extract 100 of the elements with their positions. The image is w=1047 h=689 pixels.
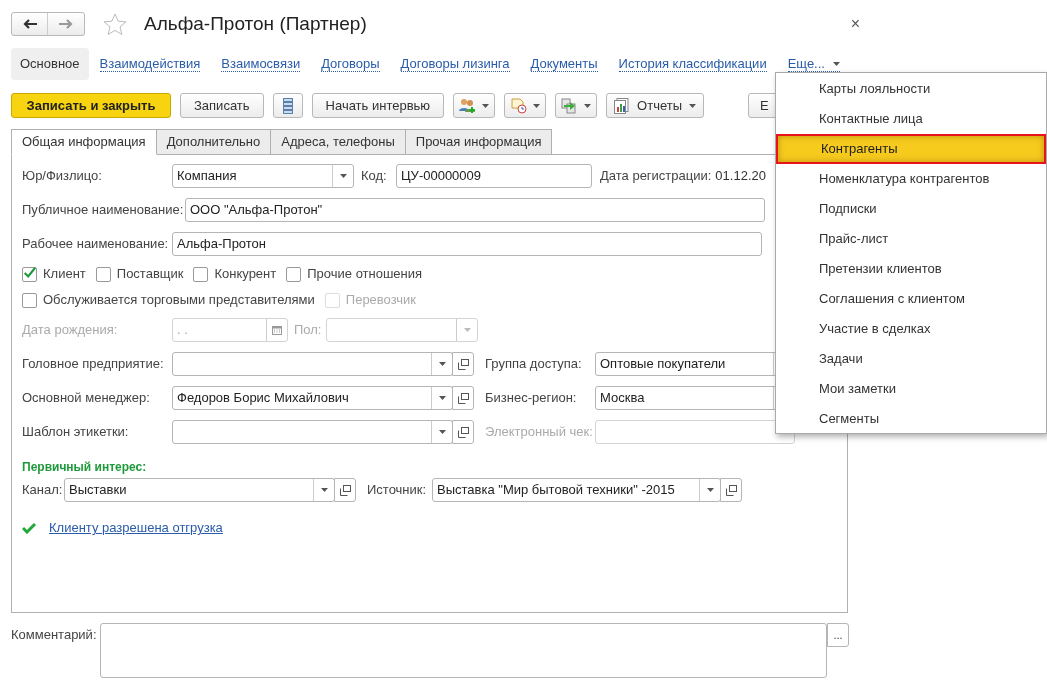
toolbar-dropdown-button[interactable] [504, 93, 547, 118]
nav-link[interactable]: Договоры лизинга [400, 56, 510, 72]
checkbox-label: Прочие отношения [307, 265, 423, 284]
field-label: Пол: [294, 321, 323, 340]
caret-icon [339, 174, 347, 178]
menu-item[interactable]: Подписки [776, 194, 1046, 224]
checkbox-label: Клиент [43, 265, 86, 284]
field-label: Публичное наименование: [22, 201, 185, 220]
section-heading: Первичный интерес: [22, 460, 148, 474]
form-tab[interactable]: Общая информация [11, 129, 157, 155]
toolbar-dropdown-button[interactable] [555, 93, 598, 118]
open-button[interactable] [720, 478, 742, 502]
field-label: Группа доступа: [485, 355, 583, 374]
field-label: Код: [361, 167, 388, 186]
caret-icon [320, 488, 328, 492]
field-label: Основной менеджер: [22, 389, 151, 408]
nav-link[interactable]: Документы [530, 56, 598, 72]
form-tab[interactable]: Прочая информация [404, 129, 553, 155]
caret-icon [689, 103, 697, 108]
document-clock-icon [510, 97, 527, 114]
open-icon [457, 426, 469, 438]
checkbox-label: Перевозчик [345, 291, 416, 310]
open-button[interactable] [452, 352, 474, 376]
checkbox[interactable] [22, 266, 37, 282]
report-icon [614, 97, 631, 114]
reports-button[interactable]: Отчеты [606, 93, 705, 118]
form-tab[interactable]: Адреса, телефоны [270, 129, 406, 155]
caret-icon [438, 362, 446, 366]
people-icon [459, 97, 477, 114]
checkbox[interactable] [193, 266, 209, 282]
caret-icon [532, 103, 540, 108]
checkbox[interactable] [95, 266, 111, 282]
caret-icon [832, 61, 840, 66]
field-label: Дата регистрации: [600, 167, 712, 186]
caret-icon [584, 103, 592, 108]
nav-link[interactable]: Взаимосвязи [221, 56, 301, 72]
caret-icon [438, 396, 446, 400]
list-button[interactable] [272, 93, 303, 118]
forward-arrow-icon [59, 19, 73, 29]
menu-item[interactable]: Претензии клиентов [776, 254, 1046, 284]
field-label: Электронный чек: [485, 423, 594, 442]
menu-item[interactable]: Номенклатура контрагентов [776, 164, 1046, 194]
more-link[interactable]: Еще... [787, 56, 840, 72]
open-icon [457, 358, 469, 370]
field-label: Канал: [22, 481, 64, 500]
checkbox[interactable] [286, 266, 302, 282]
back-arrow-icon [22, 19, 37, 29]
dropdown-field[interactable] [172, 352, 453, 376]
form-tab[interactable]: Дополнительно [155, 129, 272, 155]
field-label: Рабочее наименование: [22, 235, 170, 254]
caret-icon [438, 430, 446, 434]
dropdown-field[interactable] [172, 420, 453, 444]
comment-field[interactable] [100, 623, 827, 678]
toolbar-button[interactable]: Начать интервью [311, 93, 445, 118]
open-icon [457, 392, 469, 404]
toolbar-button[interactable]: Записать [180, 93, 264, 118]
open-icon [339, 484, 351, 496]
field-label: Комментарий: [11, 626, 98, 644]
field-label: Шаблон этикетки: [22, 423, 130, 442]
field-label: Юр/Физлицо: [22, 167, 103, 186]
dropdown-field[interactable]: Выставка "Мир бытовой техники" -2015 [432, 478, 721, 502]
save-close-button[interactable]: Записать и закрыть [11, 93, 171, 118]
shipment-link[interactable]: Клиенту разрешена отгрузка [49, 518, 223, 538]
list-icon [282, 97, 293, 114]
checkbox[interactable] [22, 292, 37, 308]
menu-item[interactable]: Соглашения с клиентом [776, 284, 1046, 314]
nav-link[interactable]: Договоры [321, 56, 380, 72]
field-label: Бизнес-регион: [485, 389, 578, 408]
menu-item[interactable]: Участие в сделках [776, 314, 1046, 344]
calendar-icon [272, 325, 282, 335]
open-button[interactable] [334, 478, 356, 502]
caret-icon [463, 328, 471, 332]
checkbox-label: Обслуживается торговыми представителями [43, 291, 315, 310]
input-field[interactable]: ООО "Альфа-Протон" [185, 198, 765, 222]
input-field[interactable]: Альфа-Протон [172, 232, 762, 256]
nav-link[interactable]: История классификации [618, 56, 767, 72]
field-label: Источник: [367, 481, 428, 500]
open-button[interactable] [452, 386, 474, 410]
ellipsis-button[interactable]: ... [827, 623, 849, 647]
open-button[interactable] [452, 420, 474, 444]
caret-icon [482, 103, 490, 108]
dropdown-field[interactable]: Федоров Борис Михайлович [172, 386, 453, 410]
menu-item[interactable]: Контрагенты [776, 134, 1046, 164]
nav-tab[interactable]: Основное [11, 48, 89, 80]
dropdown-field[interactable]: Выставки [64, 478, 335, 502]
menu-item[interactable]: Прайс-лист [776, 224, 1046, 254]
copy-icon [561, 97, 579, 114]
nav-link[interactable]: Взаимодействия [99, 56, 201, 72]
field-label: Головное предприятие: [22, 355, 165, 374]
caret-icon [706, 488, 714, 492]
window-title: Альфа-Протон (Партнер) [144, 11, 367, 36]
star-icon[interactable] [103, 12, 127, 36]
input-field[interactable]: ЦУ-00000009 [396, 164, 592, 188]
checkbox-label: Поставщик [116, 265, 184, 284]
close-button[interactable]: × [850, 16, 860, 32]
toolbar-dropdown-button[interactable] [453, 93, 496, 118]
checkbox-label: Конкурент [214, 265, 277, 284]
open-icon [725, 484, 737, 496]
registration-date: 01.12.20 [715, 167, 766, 186]
dropdown-field[interactable]: Компания [172, 164, 354, 188]
